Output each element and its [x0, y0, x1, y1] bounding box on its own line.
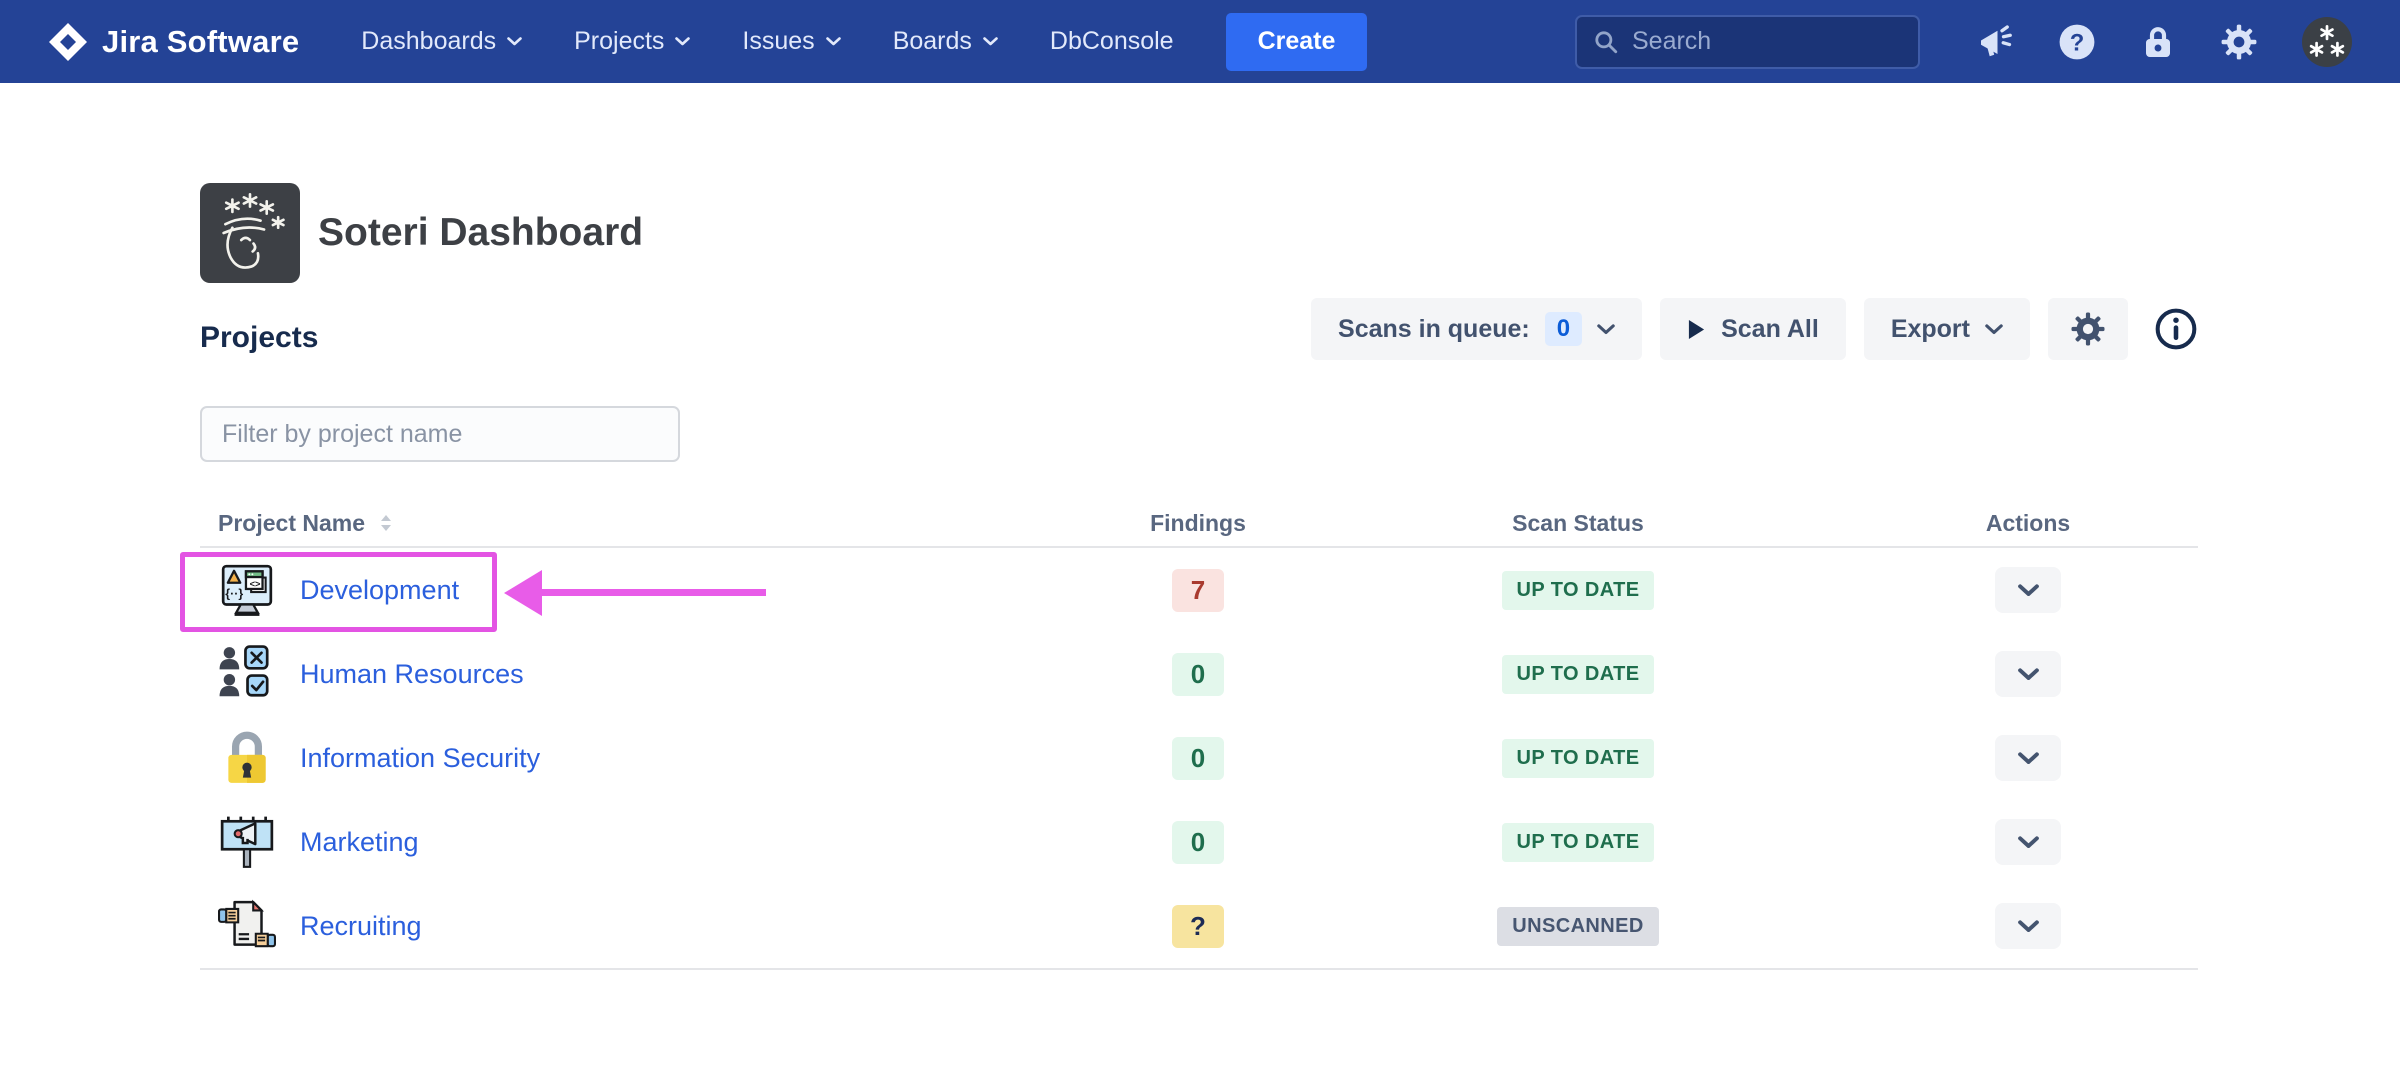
help-icon[interactable]: ? [2058, 23, 2096, 61]
column-header-findings: Findings [1098, 510, 1298, 537]
soteri-app-icon [200, 183, 300, 283]
project-table-body: Development 7 UP TO DATE Human Resources… [200, 548, 2198, 968]
row-actions-button[interactable] [1995, 735, 2061, 781]
nav-item-boards[interactable]: Boards [893, 27, 998, 56]
nav-item-dbconsole[interactable]: DbConsole [1050, 27, 1174, 56]
chevron-down-icon [2018, 752, 2039, 765]
chevron-down-icon [826, 37, 841, 46]
table-row: Marketing 0 UP TO DATE [200, 800, 2198, 884]
table-header-row: Project Name Findings Scan Status Action… [200, 500, 2198, 546]
status-badge: UP TO DATE [1502, 655, 1655, 694]
scans-in-queue-label: Scans in queue: [1338, 315, 1530, 344]
create-button[interactable]: Create [1226, 13, 1368, 71]
scans-in-queue-count: 0 [1545, 312, 1582, 346]
brand-text: Jira Software [102, 24, 299, 60]
gear-icon [2070, 311, 2106, 347]
status-badge: UP TO DATE [1502, 739, 1655, 778]
annotation-arrow-line [540, 589, 766, 596]
column-header-actions: Actions [1858, 510, 2198, 537]
table-row: Information Security 0 UP TO DATE [200, 716, 2198, 800]
chevron-down-icon [983, 37, 998, 46]
scan-toolbar: Scans in queue: 0 Scan All Export [1311, 298, 2198, 360]
page-title: Soteri Dashboard [318, 211, 643, 255]
findings-badge: 0 [1172, 821, 1224, 864]
info-button[interactable] [2154, 307, 2198, 351]
nav-item-issues[interactable]: Issues [742, 27, 840, 56]
nav-item-projects[interactable]: Projects [574, 27, 690, 56]
chevron-down-icon [1985, 324, 2003, 335]
search-input[interactable]: Search [1575, 15, 1920, 69]
lock-icon[interactable] [2140, 24, 2176, 60]
primary-nav: Dashboards Projects Issues Boards DbCons… [361, 27, 1173, 56]
chevron-down-icon [507, 37, 522, 46]
user-avatar[interactable] [2302, 17, 2352, 67]
table-row: Recruiting ? UNSCANNED [200, 884, 2198, 968]
table-row: Development 7 UP TO DATE [200, 548, 2198, 632]
chevron-down-icon [2018, 836, 2039, 849]
row-actions-button[interactable] [1995, 567, 2061, 613]
findings-badge: ? [1172, 905, 1224, 948]
project-link[interactable]: Marketing [300, 827, 419, 858]
project-link[interactable]: Human Resources [300, 659, 524, 690]
marketing-icon [218, 813, 276, 871]
row-actions-button[interactable] [1995, 819, 2061, 865]
findings-badge: 0 [1172, 653, 1224, 696]
recruiting-icon [218, 897, 276, 955]
projects-table: Project Name Findings Scan Status Action… [200, 500, 2198, 970]
scans-in-queue-button[interactable]: Scans in queue: 0 [1311, 298, 1642, 360]
settings-button[interactable] [2048, 298, 2128, 360]
column-header-project-name[interactable]: Project Name [200, 510, 1098, 537]
project-link[interactable]: Development [300, 575, 459, 606]
navbar-right: Search ? [1575, 15, 2352, 69]
development-icon [218, 561, 276, 619]
information-security-icon [218, 729, 276, 787]
chevron-down-icon [2018, 584, 2039, 597]
row-actions-button[interactable] [1995, 903, 2061, 949]
sort-icon[interactable] [378, 513, 394, 533]
status-badge: UNSCANNED [1497, 907, 1658, 946]
nav-item-dashboards[interactable]: Dashboards [361, 27, 522, 56]
export-button[interactable]: Export [1864, 298, 2030, 360]
search-placeholder: Search [1632, 27, 1711, 56]
findings-badge: 0 [1172, 737, 1224, 780]
project-link[interactable]: Information Security [300, 743, 540, 774]
findings-badge: 7 [1172, 569, 1224, 612]
project-link[interactable]: Recruiting [300, 911, 422, 942]
megaphone-icon[interactable] [1978, 24, 2014, 60]
projects-heading: Projects [200, 321, 318, 355]
table-bottom-divider [200, 968, 2198, 970]
search-icon [1593, 29, 1619, 55]
top-navbar: Jira Software Dashboards Projects Issues… [0, 0, 2400, 83]
jira-diamond-icon [48, 22, 88, 62]
play-icon [1687, 318, 1706, 341]
chevron-down-icon [675, 37, 690, 46]
svg-text:?: ? [2070, 29, 2085, 56]
chevron-down-icon [2018, 668, 2039, 681]
jira-logo[interactable]: Jira Software [48, 22, 299, 62]
annotation-arrow-head [504, 570, 542, 616]
table-row: Human Resources 0 UP TO DATE [200, 632, 2198, 716]
status-badge: UP TO DATE [1502, 571, 1655, 610]
column-header-scan-status: Scan Status [1298, 510, 1858, 537]
project-filter-input[interactable] [200, 406, 680, 462]
gear-icon[interactable] [2220, 23, 2258, 61]
row-actions-button[interactable] [1995, 651, 2061, 697]
scan-all-button[interactable]: Scan All [1660, 298, 1846, 360]
chevron-down-icon [2018, 920, 2039, 933]
human-resources-icon [218, 645, 276, 703]
status-badge: UP TO DATE [1502, 823, 1655, 862]
chevron-down-icon [1597, 324, 1615, 335]
info-icon [2154, 307, 2198, 351]
